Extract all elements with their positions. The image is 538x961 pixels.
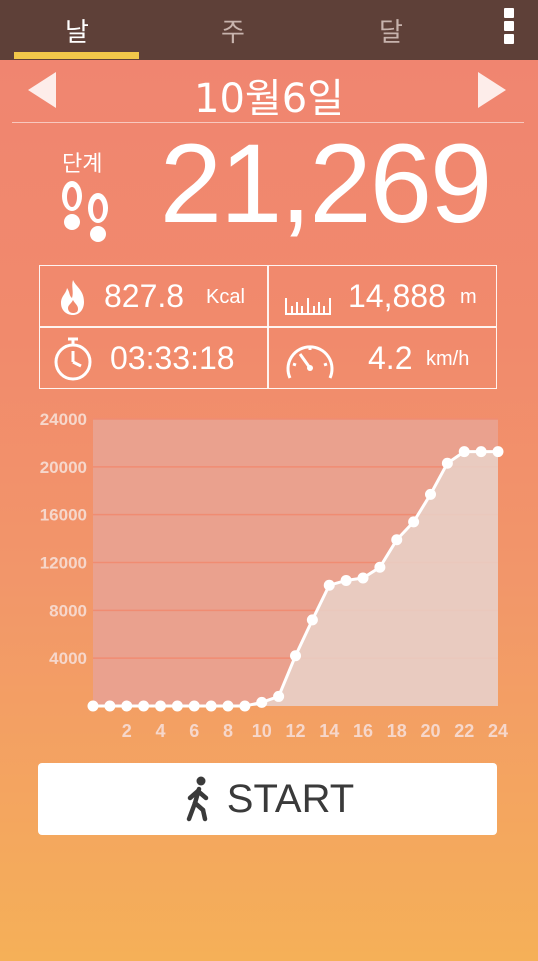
tab-week[interactable]: 주 [170, 0, 296, 60]
steps-count: 21,269 [159, 121, 493, 246]
stopwatch-icon [54, 337, 92, 381]
data-point [188, 700, 200, 712]
y-tick-label: 20000 [40, 458, 87, 477]
tab-month[interactable]: 달 [328, 0, 454, 60]
data-point [475, 446, 487, 458]
x-tick-label: 20 [420, 721, 440, 741]
date-navigator: 10월6일 [0, 60, 538, 122]
next-day-arrow-icon[interactable] [478, 72, 506, 108]
speed-value: 4.2 [368, 340, 413, 376]
data-point [306, 614, 318, 626]
x-tick-label: 2 [122, 721, 132, 741]
data-point [256, 696, 268, 708]
data-point [273, 690, 285, 702]
x-tick-label: 22 [454, 721, 474, 741]
footprints-icon [62, 181, 108, 242]
data-point [121, 700, 133, 712]
active-tab-indicator [14, 52, 139, 59]
y-tick-label: 8000 [49, 601, 87, 620]
distance-value: 14,888 [348, 278, 446, 314]
flame-icon [61, 280, 84, 315]
data-point [374, 561, 386, 573]
data-point [441, 457, 453, 469]
data-point [171, 700, 183, 712]
calories-unit: Kcal [206, 286, 245, 308]
data-point [323, 579, 335, 591]
data-point [408, 516, 420, 528]
data-point [458, 446, 470, 458]
top-tab-bar: 날 주 달 [0, 0, 538, 60]
stats-grid: 827.8 Kcal 14,888 m 03:33:18 4.2 km/h [39, 265, 497, 389]
tab-day[interactable]: 날 [14, 0, 140, 60]
date-label: 10월6일 [194, 76, 344, 122]
data-point [104, 700, 116, 712]
data-point [87, 700, 99, 712]
y-tick-label: 4000 [49, 649, 87, 668]
data-point [205, 700, 217, 712]
data-point [425, 488, 436, 500]
duration-value: 03:33:18 [110, 340, 235, 376]
speedometer-icon [286, 345, 334, 379]
y-tick-label: 12000 [40, 554, 87, 573]
x-tick-label: 10 [252, 721, 272, 741]
x-tick-label: 24 [488, 721, 508, 741]
data-point [391, 534, 403, 546]
x-tick-label: 12 [285, 721, 305, 741]
y-tick-label: 16000 [40, 506, 87, 525]
distance-unit: m [460, 286, 477, 308]
x-tick-label: 6 [189, 721, 199, 741]
start-button-label: START [226, 776, 355, 821]
data-point [290, 650, 301, 662]
x-tick-label: 8 [223, 721, 233, 741]
data-point [155, 700, 166, 712]
x-tick-label: 18 [387, 721, 407, 741]
speed-unit: km/h [426, 348, 470, 370]
data-point [357, 572, 369, 584]
start-button[interactable]: START [38, 763, 497, 835]
hourly-steps-chart: 4000800012000160002000024000 2 4 6 8 10 12 14 1… [40, 410, 508, 741]
x-tick-label: 16 [353, 721, 373, 741]
data-point [239, 700, 251, 712]
data-point [138, 700, 150, 712]
ruler-icon [285, 298, 331, 315]
y-tick-label: 24000 [40, 410, 87, 429]
steps-label: 단계 [62, 152, 103, 177]
data-point [340, 574, 352, 586]
walking-person-icon [186, 776, 209, 822]
x-tick-label: 14 [319, 721, 339, 741]
data-point [492, 446, 504, 458]
calories-value: 827.8 [104, 278, 185, 314]
overflow-menu-icon[interactable] [502, 8, 516, 44]
data-point [222, 700, 234, 712]
x-tick-label: 4 [155, 721, 165, 741]
